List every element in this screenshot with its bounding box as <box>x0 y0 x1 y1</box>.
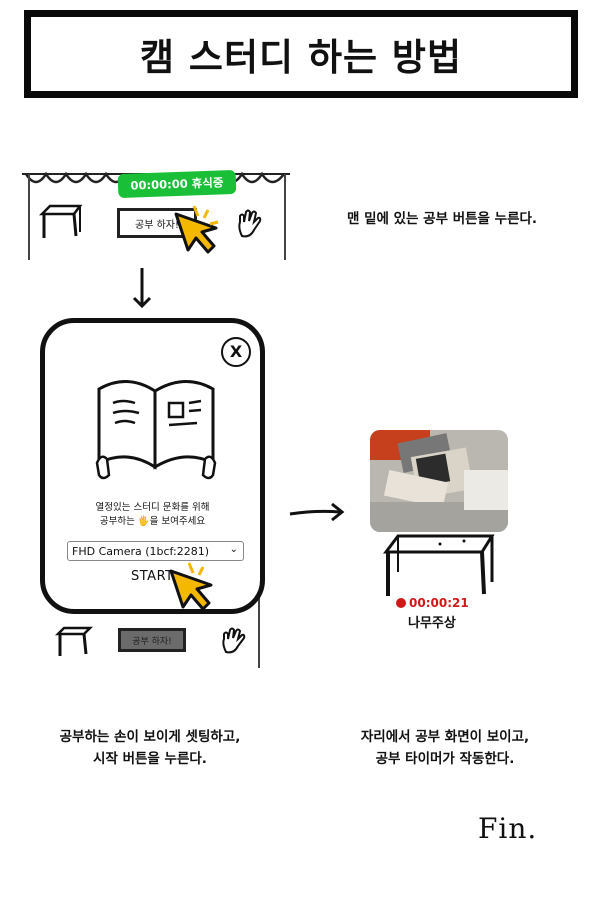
step2-instruction: 공부하는 손이 보이게 셋팅하고, 시작 버튼을 누른다. <box>59 729 241 767</box>
page-title: 캠 스터디 하는 방법 <box>140 36 462 79</box>
arrow-right-icon <box>289 502 345 522</box>
book-icon <box>95 379 217 480</box>
step3-instruction: 자리에서 공부 화면이 보이고, 공부 타이머가 작동한다. <box>360 729 530 767</box>
user-name: 나무주상 <box>408 616 456 631</box>
camera-select[interactable]: FHD Camera (1bcf:2281) ⌄ <box>67 541 244 561</box>
title-banner: 캠 스터디 하는 방법 <box>24 10 578 98</box>
chevron-down-icon: ⌄ <box>229 544 238 555</box>
arrow-down-icon <box>132 268 152 309</box>
stopwatch-icon <box>396 598 406 608</box>
cursor-arrow-icon <box>169 562 213 611</box>
hand-icon <box>238 209 262 238</box>
table-icon <box>38 204 83 238</box>
table-icon <box>54 626 94 656</box>
study-timer: 00:00:21 <box>396 596 469 610</box>
table-icon <box>383 534 495 596</box>
wall-left <box>28 174 30 260</box>
fin-text: Fin. <box>478 812 538 845</box>
wall-right <box>284 174 286 260</box>
step1-instruction: 맨 밑에 있는 공부 버튼을 누른다. <box>346 211 538 227</box>
hand-icon <box>222 627 246 654</box>
cursor-arrow-icon <box>174 205 219 254</box>
hand-prompt: 열정있는 스터디 문화를 위해 공부하는 🖐을 보여주세요 <box>95 502 210 527</box>
rest-timer-badge: 00:00:00 휴식중 <box>117 169 237 199</box>
camera-dialog: X 열정있는 스터디 문화를 위해 공부하는 🖐을 보여주세요 FHD Came… <box>40 318 265 614</box>
study-button[interactable]: 공부 하자! <box>118 628 186 652</box>
study-cam-photo <box>370 430 508 532</box>
close-button[interactable]: X <box>221 337 251 367</box>
step1-screenshot: 00:00:00 휴식중 공부 하자! <box>22 160 290 260</box>
